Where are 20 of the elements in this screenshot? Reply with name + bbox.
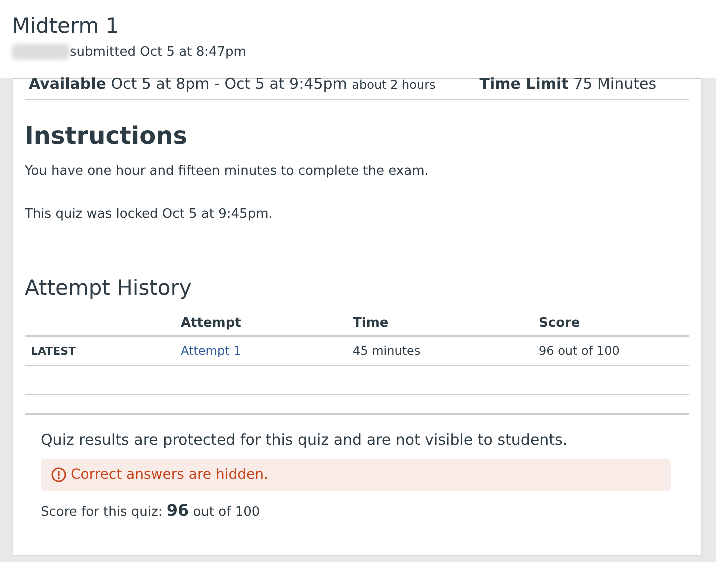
submission-time: submitted Oct 5 at 8:47pm <box>70 44 246 60</box>
results-message: Quiz results are protected for this quiz and are not visible to students. <box>41 431 569 449</box>
quiz-detail: Available Oct 5 at 8pm - Oct 5 at 9:45pm about 2 hours <box>29 75 436 93</box>
column-header: Attempt <box>175 312 347 336</box>
quiz-detail: Time Limit 75 Minutes <box>480 75 657 93</box>
alert-text: Correct answers are hidden. <box>71 467 268 483</box>
warning-icon <box>51 467 67 483</box>
instructions-text: This quiz was locked Oct 5 at 9:45pm. <box>25 207 274 222</box>
blurred-name <box>12 44 70 60</box>
page-title: Midterm 1 <box>12 14 120 38</box>
column-header: Score <box>533 312 689 336</box>
instructions-text: You have one hour and fifteen minutes to complete the exam. <box>25 164 430 179</box>
table-cell: 45 minutes <box>347 336 533 366</box>
attempt-link[interactable]: Attempt 1 <box>181 344 242 358</box>
table-cell: 96 out of 100 <box>533 336 689 366</box>
attempt-history-heading: Attempt History <box>25 276 193 300</box>
quiz-score: Score for this quiz: 96 out of 100 <box>41 501 262 520</box>
instructions-heading: Instructions <box>25 122 188 150</box>
column-header: Time <box>347 312 533 336</box>
row-label: LATEST <box>25 336 175 366</box>
